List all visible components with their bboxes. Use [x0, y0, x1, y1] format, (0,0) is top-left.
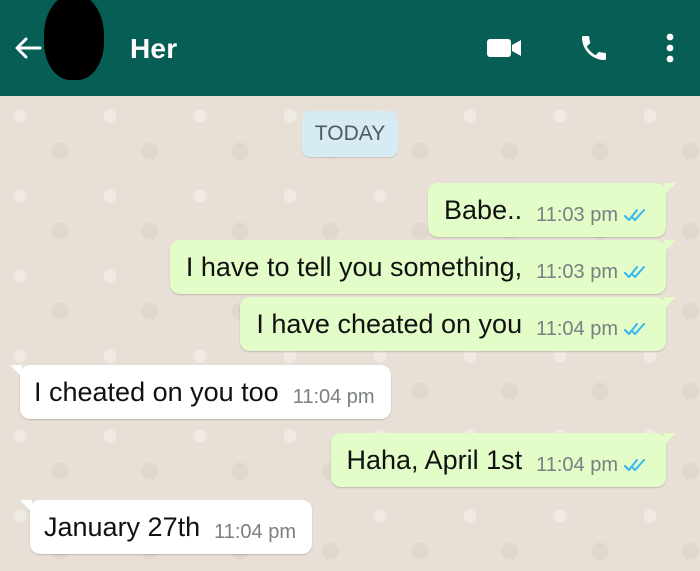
message-outgoing[interactable]: I have cheated on you 11:04 pm [240, 297, 676, 351]
phone-icon[interactable] [572, 26, 616, 70]
message-text: I have to tell you something, [185, 251, 523, 282]
video-call-icon[interactable] [482, 26, 526, 70]
message-text: Haha, April 1st [346, 444, 523, 475]
message-time: 11:03 pm [536, 260, 618, 283]
message-time: 11:04 pm [536, 317, 618, 340]
double-check-icon [624, 264, 650, 280]
message-time: 11:04 pm [292, 385, 375, 408]
chat-header: Her [0, 0, 700, 96]
double-check-icon [624, 321, 650, 337]
avatar[interactable] [44, 0, 104, 80]
message-text: January 27th [44, 511, 201, 542]
message-text: I have cheated on you [256, 308, 523, 339]
message-incoming[interactable]: January 27th 11:04 pm [19, 500, 313, 554]
message-outgoing[interactable]: Haha, April 1st 11:04 pm [330, 433, 676, 487]
double-check-icon [624, 457, 650, 473]
arrow-left-icon[interactable] [10, 30, 46, 66]
message-meta: 11:04 pm [536, 444, 650, 477]
contact-name[interactable]: Her [130, 33, 177, 65]
message-meta: 11:04 pm [214, 511, 296, 544]
message-time: 11:03 pm [536, 203, 618, 226]
message-outgoing[interactable]: I have to tell you something, 11:03 pm [169, 240, 677, 294]
message-meta: 11:04 pm [293, 376, 375, 409]
double-check-icon [624, 207, 650, 223]
message-incoming[interactable]: I cheated on you too 11:04 pm [10, 365, 391, 419]
more-vertical-icon[interactable] [648, 26, 692, 70]
message-outgoing[interactable]: Babe.. 11:03 pm [428, 183, 676, 237]
message-meta: 11:03 pm [536, 251, 650, 284]
message-text: I cheated on you too [34, 376, 279, 407]
date-divider: TODAY [302, 111, 398, 157]
message-time: 11:04 pm [214, 520, 297, 543]
message-meta: 11:04 pm [536, 308, 650, 341]
message-text: Babe.. [444, 194, 523, 225]
message-time: 11:04 pm [536, 453, 618, 476]
message-meta: 11:03 pm [536, 194, 650, 227]
